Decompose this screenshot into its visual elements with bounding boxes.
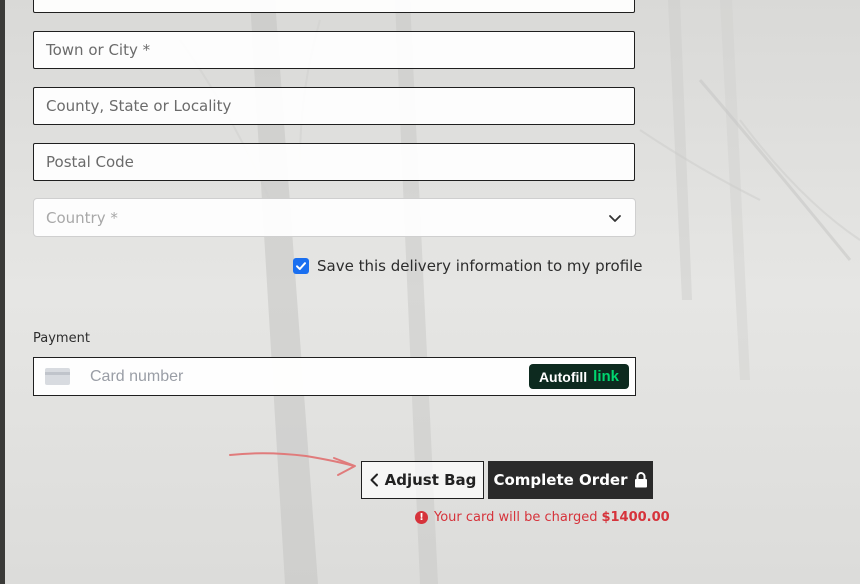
street-address-2-placeholder: Street Address 2 xyxy=(46,0,622,13)
street-address-2-field[interactable]: Street Address 2 xyxy=(33,0,635,13)
save-delivery-row: Save this delivery information to my pro… xyxy=(293,257,643,275)
checkmark-icon xyxy=(296,262,306,270)
link-brand-label: link xyxy=(593,368,619,385)
postal-code-placeholder: Postal Code xyxy=(46,153,134,171)
county-placeholder: County, State or Locality xyxy=(46,97,232,115)
postal-code-field[interactable]: Postal Code xyxy=(33,143,635,181)
card-number-field[interactable]: Card number Autofill link xyxy=(33,357,636,396)
card-number-placeholder: Card number xyxy=(90,367,184,385)
charge-amount: $1400.00 xyxy=(601,510,670,525)
credit-card-icon xyxy=(45,368,70,385)
save-delivery-checkbox[interactable] xyxy=(293,258,309,274)
chevron-down-icon xyxy=(609,214,621,222)
complete-order-button[interactable]: Complete Order xyxy=(488,461,653,499)
adjust-bag-button[interactable]: Adjust Bag xyxy=(361,461,484,499)
town-city-field[interactable]: Town or City * xyxy=(33,31,635,69)
country-select[interactable]: Country * xyxy=(33,198,636,237)
save-delivery-label[interactable]: Save this delivery information to my pro… xyxy=(317,257,643,275)
autofill-label: Autofill xyxy=(538,368,588,385)
payment-label: Payment xyxy=(33,331,90,346)
autofill-link-button[interactable]: Autofill link xyxy=(528,364,629,389)
charge-text: Your card will be charged xyxy=(434,510,598,525)
chevron-left-icon xyxy=(370,473,378,487)
lock-icon xyxy=(634,472,647,488)
exclamation-circle-icon: ! xyxy=(415,511,428,524)
adjust-bag-label: Adjust Bag xyxy=(384,471,477,489)
left-edge-strip xyxy=(0,0,5,584)
annotation-arrow-icon xyxy=(229,452,356,476)
complete-order-label: Complete Order xyxy=(493,471,628,489)
country-placeholder: Country * xyxy=(46,208,118,227)
town-city-placeholder: Town or City * xyxy=(46,41,151,59)
county-field[interactable]: County, State or Locality xyxy=(33,87,635,125)
charge-notice: ! Your card will be charged $1400.00 xyxy=(415,510,670,525)
